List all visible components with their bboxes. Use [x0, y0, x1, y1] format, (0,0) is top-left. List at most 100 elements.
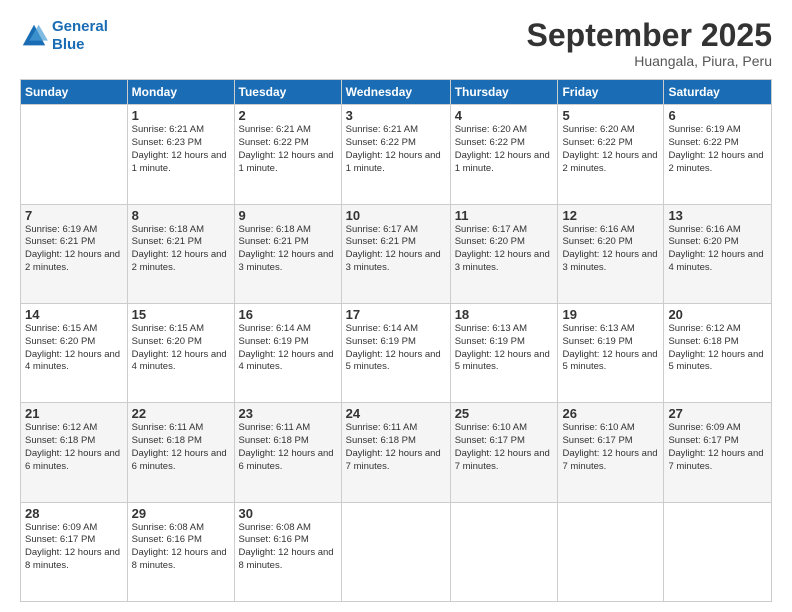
cell-content: 28Sunrise: 6:09 AM Sunset: 6:17 PM Dayli… [25, 506, 123, 573]
day-number: 17 [346, 307, 446, 322]
day-number: 26 [562, 406, 659, 421]
location: Huangala, Piura, Peru [527, 53, 772, 69]
calendar-cell: 4Sunrise: 6:20 AM Sunset: 6:22 PM Daylig… [450, 105, 558, 204]
calendar-cell: 15Sunrise: 6:15 AM Sunset: 6:20 PM Dayli… [127, 303, 234, 402]
day-number: 14 [25, 307, 123, 322]
day-number: 23 [239, 406, 337, 421]
calendar-cell: 6Sunrise: 6:19 AM Sunset: 6:22 PM Daylig… [664, 105, 772, 204]
cell-content: 7Sunrise: 6:19 AM Sunset: 6:21 PM Daylig… [25, 208, 123, 275]
day-info: Sunrise: 6:19 AM Sunset: 6:22 PM Dayligh… [668, 124, 767, 175]
col-header-wednesday: Wednesday [341, 80, 450, 105]
calendar-week-3: 21Sunrise: 6:12 AM Sunset: 6:18 PM Dayli… [21, 403, 772, 502]
calendar-cell: 13Sunrise: 6:16 AM Sunset: 6:20 PM Dayli… [664, 204, 772, 303]
day-info: Sunrise: 6:13 AM Sunset: 6:19 PM Dayligh… [455, 323, 554, 374]
day-number: 12 [562, 208, 659, 223]
day-info: Sunrise: 6:09 AM Sunset: 6:17 PM Dayligh… [668, 422, 767, 473]
cell-content: 19Sunrise: 6:13 AM Sunset: 6:19 PM Dayli… [562, 307, 659, 374]
cell-content: 8Sunrise: 6:18 AM Sunset: 6:21 PM Daylig… [132, 208, 230, 275]
logo: General Blue [20, 18, 108, 54]
day-number: 7 [25, 208, 123, 223]
calendar-cell: 12Sunrise: 6:16 AM Sunset: 6:20 PM Dayli… [558, 204, 664, 303]
day-info: Sunrise: 6:19 AM Sunset: 6:21 PM Dayligh… [25, 224, 123, 275]
day-info: Sunrise: 6:10 AM Sunset: 6:17 PM Dayligh… [455, 422, 554, 473]
calendar-cell: 11Sunrise: 6:17 AM Sunset: 6:20 PM Dayli… [450, 204, 558, 303]
calendar-cell: 7Sunrise: 6:19 AM Sunset: 6:21 PM Daylig… [21, 204, 128, 303]
header: General Blue September 2025 Huangala, Pi… [20, 18, 772, 69]
cell-content: 21Sunrise: 6:12 AM Sunset: 6:18 PM Dayli… [25, 406, 123, 473]
day-number: 9 [239, 208, 337, 223]
calendar-cell: 1Sunrise: 6:21 AM Sunset: 6:23 PM Daylig… [127, 105, 234, 204]
day-number: 3 [346, 108, 446, 123]
calendar-cell: 28Sunrise: 6:09 AM Sunset: 6:17 PM Dayli… [21, 502, 128, 601]
calendar-cell: 30Sunrise: 6:08 AM Sunset: 6:16 PM Dayli… [234, 502, 341, 601]
logo-icon [20, 22, 48, 50]
calendar-cell: 2Sunrise: 6:21 AM Sunset: 6:22 PM Daylig… [234, 105, 341, 204]
cell-content: 5Sunrise: 6:20 AM Sunset: 6:22 PM Daylig… [562, 108, 659, 175]
day-info: Sunrise: 6:15 AM Sunset: 6:20 PM Dayligh… [25, 323, 123, 374]
day-info: Sunrise: 6:20 AM Sunset: 6:22 PM Dayligh… [562, 124, 659, 175]
calendar-cell: 27Sunrise: 6:09 AM Sunset: 6:17 PM Dayli… [664, 403, 772, 502]
day-info: Sunrise: 6:08 AM Sunset: 6:16 PM Dayligh… [132, 522, 230, 573]
day-number: 29 [132, 506, 230, 521]
col-header-friday: Friday [558, 80, 664, 105]
cell-content: 27Sunrise: 6:09 AM Sunset: 6:17 PM Dayli… [668, 406, 767, 473]
day-number: 5 [562, 108, 659, 123]
calendar-cell [558, 502, 664, 601]
cell-content: 26Sunrise: 6:10 AM Sunset: 6:17 PM Dayli… [562, 406, 659, 473]
calendar-cell: 3Sunrise: 6:21 AM Sunset: 6:22 PM Daylig… [341, 105, 450, 204]
calendar-cell: 22Sunrise: 6:11 AM Sunset: 6:18 PM Dayli… [127, 403, 234, 502]
col-header-saturday: Saturday [664, 80, 772, 105]
day-info: Sunrise: 6:12 AM Sunset: 6:18 PM Dayligh… [25, 422, 123, 473]
cell-content: 6Sunrise: 6:19 AM Sunset: 6:22 PM Daylig… [668, 108, 767, 175]
calendar-cell: 8Sunrise: 6:18 AM Sunset: 6:21 PM Daylig… [127, 204, 234, 303]
cell-content: 14Sunrise: 6:15 AM Sunset: 6:20 PM Dayli… [25, 307, 123, 374]
cell-content: 20Sunrise: 6:12 AM Sunset: 6:18 PM Dayli… [668, 307, 767, 374]
calendar-week-0: 1Sunrise: 6:21 AM Sunset: 6:23 PM Daylig… [21, 105, 772, 204]
day-info: Sunrise: 6:11 AM Sunset: 6:18 PM Dayligh… [132, 422, 230, 473]
day-number: 21 [25, 406, 123, 421]
day-info: Sunrise: 6:21 AM Sunset: 6:22 PM Dayligh… [346, 124, 446, 175]
cell-content: 17Sunrise: 6:14 AM Sunset: 6:19 PM Dayli… [346, 307, 446, 374]
calendar-cell: 20Sunrise: 6:12 AM Sunset: 6:18 PM Dayli… [664, 303, 772, 402]
cell-content: 3Sunrise: 6:21 AM Sunset: 6:22 PM Daylig… [346, 108, 446, 175]
cell-content: 16Sunrise: 6:14 AM Sunset: 6:19 PM Dayli… [239, 307, 337, 374]
day-number: 16 [239, 307, 337, 322]
cell-content: 22Sunrise: 6:11 AM Sunset: 6:18 PM Dayli… [132, 406, 230, 473]
col-header-thursday: Thursday [450, 80, 558, 105]
calendar-cell [664, 502, 772, 601]
cell-content: 9Sunrise: 6:18 AM Sunset: 6:21 PM Daylig… [239, 208, 337, 275]
cell-content: 11Sunrise: 6:17 AM Sunset: 6:20 PM Dayli… [455, 208, 554, 275]
day-number: 4 [455, 108, 554, 123]
cell-content: 12Sunrise: 6:16 AM Sunset: 6:20 PM Dayli… [562, 208, 659, 275]
day-info: Sunrise: 6:16 AM Sunset: 6:20 PM Dayligh… [562, 224, 659, 275]
day-number: 18 [455, 307, 554, 322]
day-number: 28 [25, 506, 123, 521]
cell-content: 18Sunrise: 6:13 AM Sunset: 6:19 PM Dayli… [455, 307, 554, 374]
day-number: 24 [346, 406, 446, 421]
day-number: 30 [239, 506, 337, 521]
day-info: Sunrise: 6:17 AM Sunset: 6:21 PM Dayligh… [346, 224, 446, 275]
cell-content: 30Sunrise: 6:08 AM Sunset: 6:16 PM Dayli… [239, 506, 337, 573]
title-block: September 2025 Huangala, Piura, Peru [527, 18, 772, 69]
day-number: 2 [239, 108, 337, 123]
day-info: Sunrise: 6:11 AM Sunset: 6:18 PM Dayligh… [239, 422, 337, 473]
day-info: Sunrise: 6:14 AM Sunset: 6:19 PM Dayligh… [346, 323, 446, 374]
calendar-cell: 10Sunrise: 6:17 AM Sunset: 6:21 PM Dayli… [341, 204, 450, 303]
calendar-week-2: 14Sunrise: 6:15 AM Sunset: 6:20 PM Dayli… [21, 303, 772, 402]
day-number: 20 [668, 307, 767, 322]
day-info: Sunrise: 6:11 AM Sunset: 6:18 PM Dayligh… [346, 422, 446, 473]
day-number: 13 [668, 208, 767, 223]
day-info: Sunrise: 6:17 AM Sunset: 6:20 PM Dayligh… [455, 224, 554, 275]
day-info: Sunrise: 6:21 AM Sunset: 6:23 PM Dayligh… [132, 124, 230, 175]
cell-content: 29Sunrise: 6:08 AM Sunset: 6:16 PM Dayli… [132, 506, 230, 573]
calendar-week-1: 7Sunrise: 6:19 AM Sunset: 6:21 PM Daylig… [21, 204, 772, 303]
calendar-cell: 5Sunrise: 6:20 AM Sunset: 6:22 PM Daylig… [558, 105, 664, 204]
cell-content: 24Sunrise: 6:11 AM Sunset: 6:18 PM Dayli… [346, 406, 446, 473]
calendar-header-row: SundayMondayTuesdayWednesdayThursdayFrid… [21, 80, 772, 105]
calendar-cell: 18Sunrise: 6:13 AM Sunset: 6:19 PM Dayli… [450, 303, 558, 402]
cell-content: 1Sunrise: 6:21 AM Sunset: 6:23 PM Daylig… [132, 108, 230, 175]
day-info: Sunrise: 6:10 AM Sunset: 6:17 PM Dayligh… [562, 422, 659, 473]
calendar-cell: 21Sunrise: 6:12 AM Sunset: 6:18 PM Dayli… [21, 403, 128, 502]
day-info: Sunrise: 6:18 AM Sunset: 6:21 PM Dayligh… [132, 224, 230, 275]
day-info: Sunrise: 6:18 AM Sunset: 6:21 PM Dayligh… [239, 224, 337, 275]
